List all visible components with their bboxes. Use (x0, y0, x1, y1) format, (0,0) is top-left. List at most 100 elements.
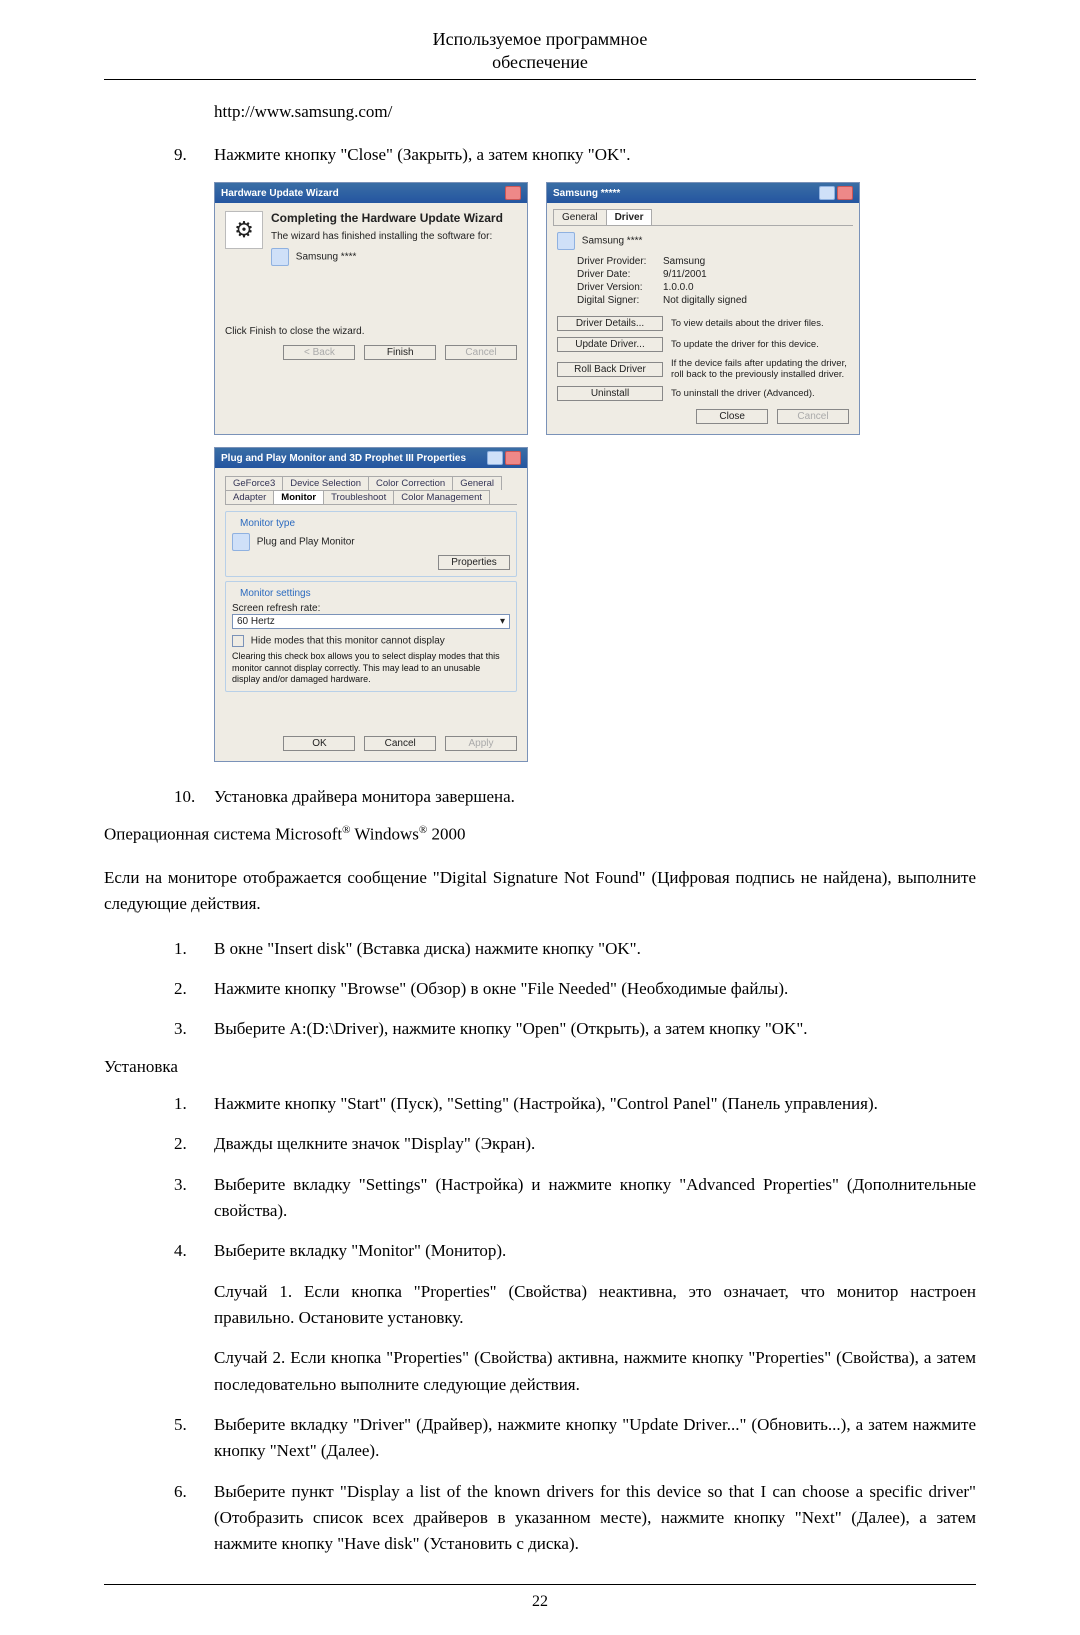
close-icon[interactable] (505, 451, 521, 465)
ok-button[interactable]: OK (283, 736, 355, 751)
back-button: < Back (283, 345, 355, 360)
tab-monitor[interactable]: Monitor (273, 490, 324, 504)
version-label: Driver Version: (577, 282, 663, 293)
driver-tabbar: General Driver (553, 209, 853, 226)
listB-3-text: Выберите вкладку "Settings" (Настройка) … (214, 1172, 976, 1225)
wizard-heading: Completing the Hardware Update Wizard (271, 211, 517, 225)
listB-1-text: Нажмите кнопку "Start" (Пуск), "Setting"… (214, 1091, 976, 1117)
monitor-settings-legend: Monitor settings (236, 588, 315, 599)
wizard-device: Samsung **** (296, 252, 357, 263)
tab-general[interactable]: General (553, 209, 607, 225)
os-prefix: Операционная система Microsoft (104, 825, 342, 844)
provider-label: Driver Provider: (577, 256, 663, 267)
step-9: 9. Нажмите кнопку "Close" (Закрыть), а з… (104, 142, 976, 168)
listA-1-number: 1. (104, 936, 214, 962)
wizard-big-icon: ⚙ (225, 211, 263, 249)
tab-driver[interactable]: Driver (606, 209, 653, 225)
tab-troubleshoot[interactable]: Troubleshoot (323, 490, 394, 504)
uninstall-desc: To uninstall the driver (Advanced). (671, 388, 849, 399)
hide-modes-help: Clearing this check box allows you to se… (232, 651, 510, 685)
url-line: http://www.samsung.com/ (214, 102, 976, 122)
page-header: Используемое программное обеспечение (104, 28, 976, 80)
properties-button[interactable]: Properties (438, 555, 510, 570)
listA-3: 3. Выберите A:(D:\Driver), нажмите кнопк… (104, 1016, 976, 1042)
chevron-down-icon: ▾ (500, 616, 505, 627)
driver-details-button[interactable]: Driver Details... (557, 316, 663, 331)
driver-device: Samsung **** (582, 236, 643, 247)
monitor-titlebar: Plug and Play Monitor and 3D Prophet III… (215, 448, 527, 468)
close-button[interactable]: Close (696, 409, 768, 424)
driver-dialog-title: Samsung ***** (553, 188, 620, 199)
header-line2: обеспечение (492, 52, 588, 72)
refresh-rate-dropdown[interactable]: 60 Hertz ▾ (232, 614, 510, 629)
listB-4-text: Выберите вкладку "Monitor" (Монитор). (214, 1241, 506, 1260)
monitor-icon (271, 248, 289, 266)
monitor-type-group: Monitor type Plug and Play Monitor Prope… (225, 511, 517, 577)
tab-device-selection[interactable]: Device Selection (282, 476, 369, 490)
wizard-subtext: The wizard has finished installing the s… (271, 231, 517, 242)
listA-1: 1. В окне "Insert disk" (Вставка диска) … (104, 936, 976, 962)
cancel-button[interactable]: Cancel (364, 736, 436, 751)
update-driver-desc: To update the driver for this device. (671, 339, 849, 350)
tab-color-management[interactable]: Color Management (393, 490, 490, 504)
apply-button: Apply (445, 736, 517, 751)
help-icon[interactable] (819, 186, 835, 200)
update-driver-button[interactable]: Update Driver... (557, 337, 663, 352)
install-heading: Установка (104, 1057, 976, 1077)
tab-adapter[interactable]: Adapter (225, 490, 274, 504)
listB-6-text: Выберите пункт "Display a list of the kn… (214, 1479, 976, 1558)
hide-modes-checkbox[interactable] (232, 635, 244, 647)
close-icon[interactable] (837, 186, 853, 200)
listB-5-text: Выберите вкладку "Driver" (Драйвер), наж… (214, 1412, 976, 1465)
listB-3: 3. Выберите вкладку "Settings" (Настройк… (104, 1172, 976, 1225)
monitor-properties-dialog: Plug and Play Monitor and 3D Prophet III… (214, 447, 528, 762)
version-value: 1.0.0.0 (663, 282, 849, 293)
listA-1-text: В окне "Insert disk" (Вставка диска) наж… (214, 936, 976, 962)
listB-2: 2. Дважды щелкните значок "Display" (Экр… (104, 1131, 976, 1157)
listB-3-number: 3. (104, 1172, 214, 1225)
cancel-button: Cancel (445, 345, 517, 360)
listB-1: 1. Нажмите кнопку "Start" (Пуск), "Setti… (104, 1091, 976, 1117)
os-windows: Windows (350, 825, 418, 844)
monitor-tabbar: GeForce3 Device Selection Color Correcti… (225, 476, 517, 505)
page-number: 22 (532, 1593, 548, 1610)
cancel-button: Cancel (777, 409, 849, 424)
rollback-driver-desc: If the device fails after updating the d… (671, 358, 849, 380)
refresh-rate-value: 60 Hertz (237, 616, 275, 627)
date-label: Driver Date: (577, 269, 663, 280)
signer-label: Digital Signer: (577, 295, 663, 306)
monitor-icon (232, 533, 250, 551)
driver-details-desc: To view details about the driver files. (671, 318, 849, 329)
wizard-titlebar: Hardware Update Wizard (215, 183, 527, 203)
finish-button[interactable]: Finish (364, 345, 436, 360)
listA-2-number: 2. (104, 976, 214, 1002)
listB-1-number: 1. (104, 1091, 214, 1117)
listA-3-text: Выберите A:(D:\Driver), нажмите кнопку "… (214, 1016, 976, 1042)
uninstall-button[interactable]: Uninstall (557, 386, 663, 401)
listB-4-number: 4. (104, 1238, 214, 1398)
step-10-text: Установка драйвера монитора завершена. (214, 784, 976, 810)
step-10-number: 10. (104, 784, 214, 810)
listB-4: 4. Выберите вкладку "Monitor" (Монитор).… (104, 1238, 976, 1398)
date-value: 9/11/2001 (663, 269, 849, 280)
signer-value: Not digitally signed (663, 295, 849, 306)
os-line: Операционная система Microsoft® Windows®… (104, 824, 976, 845)
wizard-title: Hardware Update Wizard (221, 188, 339, 199)
tab-color-correction[interactable]: Color Correction (368, 476, 453, 490)
header-line1: Используемое программное (433, 29, 648, 49)
step-9-text: Нажмите кнопку "Close" (Закрыть), а зате… (214, 142, 976, 168)
dsnf-intro: Если на мониторе отображается сообщение … (104, 865, 976, 918)
wizard-finish-hint: Click Finish to close the wizard. (225, 326, 517, 337)
listA-2: 2. Нажмите кнопку "Browse" (Обзор) в окн… (104, 976, 976, 1002)
monitor-type-value: Plug and Play Monitor (257, 537, 355, 548)
close-icon[interactable] (505, 186, 521, 200)
rollback-driver-button[interactable]: Roll Back Driver (557, 362, 663, 377)
tab-general[interactable]: General (452, 476, 502, 490)
listB-5: 5. Выберите вкладку "Driver" (Драйвер), … (104, 1412, 976, 1465)
step-9-number: 9. (104, 142, 214, 168)
monitor-icon (557, 232, 575, 250)
listB-6-number: 6. (104, 1479, 214, 1558)
monitor-type-legend: Monitor type (236, 518, 299, 529)
help-icon[interactable] (487, 451, 503, 465)
tab-geforce3[interactable]: GeForce3 (225, 476, 283, 490)
